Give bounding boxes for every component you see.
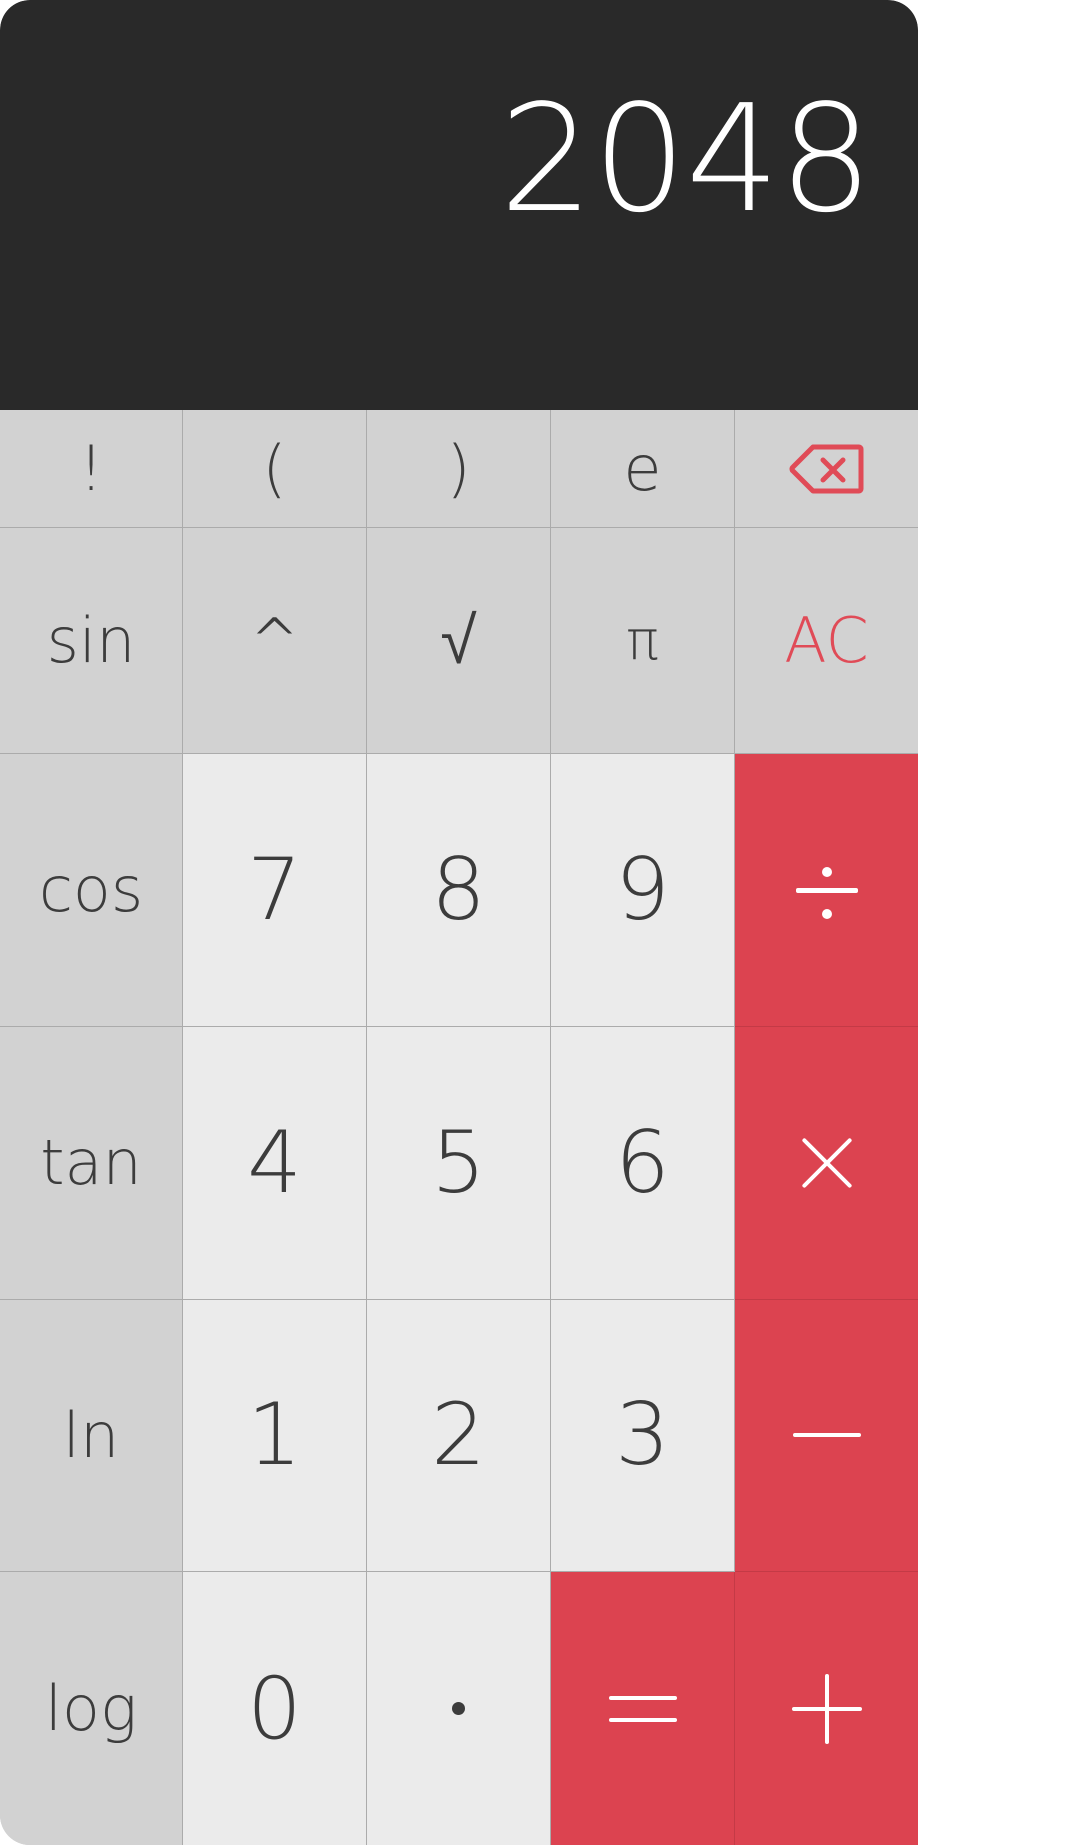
all-clear-label: AC (784, 604, 869, 677)
display-value: 2048 (499, 73, 873, 245)
factorial-button[interactable]: ! (0, 410, 183, 528)
sqrt-label: √ (440, 602, 477, 679)
pi-button[interactable]: π (551, 528, 735, 754)
equals-button[interactable] (551, 1572, 735, 1845)
digit-0-label: 0 (247, 1658, 302, 1759)
digit-9-button[interactable]: 9 (551, 754, 735, 1027)
open-paren-label: ( (262, 432, 287, 505)
close-paren-button[interactable]: ) (367, 410, 551, 528)
power-label: ^ (249, 605, 300, 676)
digit-6-button[interactable]: 6 (551, 1026, 735, 1300)
digit-0-button[interactable]: 0 (183, 1572, 367, 1845)
backspace-icon (789, 444, 863, 493)
cos-label: cos (38, 853, 144, 927)
open-paren-button[interactable]: ( (183, 410, 367, 528)
power-button[interactable]: ^ (183, 528, 367, 754)
keypad-row-2: sin ^ √ π AC (0, 528, 918, 754)
equals-icon (608, 1695, 677, 1722)
digit-8-label: 8 (431, 839, 486, 940)
plus-icon (791, 1673, 862, 1744)
digit-8-button[interactable]: 8 (367, 754, 551, 1027)
log-label: log (44, 1672, 138, 1746)
sin-button[interactable]: sin (0, 528, 183, 754)
cos-button[interactable]: cos (0, 754, 183, 1027)
keypad-row-4: tan 4 5 6 (0, 1026, 918, 1300)
digit-1-button[interactable]: 1 (183, 1299, 367, 1573)
multiply-button[interactable] (735, 1026, 918, 1300)
digit-9-label: 9 (615, 839, 670, 940)
digit-4-label: 4 (247, 1112, 302, 1213)
close-paren-label: ) (446, 432, 471, 505)
keypad-row-5: ln 1 2 3 (0, 1299, 918, 1573)
digit-5-button[interactable]: 5 (367, 1026, 551, 1300)
pi-label: π (626, 609, 659, 672)
ln-label: ln (62, 1398, 120, 1472)
euler-button[interactable]: e (551, 410, 735, 528)
euler-label: e (623, 432, 662, 505)
digit-7-label: 7 (247, 839, 302, 940)
tan-button[interactable]: tan (0, 1026, 183, 1300)
digit-1-label: 1 (247, 1385, 302, 1486)
digit-3-label: 3 (615, 1385, 670, 1486)
digit-2-button[interactable]: 2 (367, 1299, 551, 1573)
digit-4-button[interactable]: 4 (183, 1026, 367, 1300)
sqrt-button[interactable]: √ (367, 528, 551, 754)
sin-label: sin (46, 604, 136, 677)
digit-5-label: 5 (431, 1112, 486, 1213)
all-clear-button[interactable]: AC (735, 528, 918, 754)
multiply-icon (795, 1131, 859, 1195)
decimal-point-button[interactable] (367, 1572, 551, 1845)
tan-label: tan (40, 1126, 142, 1200)
log-button[interactable]: log (0, 1572, 183, 1845)
keypad-row-3: cos 7 8 9 (0, 754, 918, 1027)
add-button[interactable] (735, 1572, 918, 1845)
minus-icon (792, 1433, 861, 1438)
calculator-display: 2048 (0, 0, 918, 410)
calculator-app: 2048 ! ( ) e sin ^ √ π AC cos 7 8 9 tan … (0, 0, 918, 1845)
calculator-keypad: ! ( ) e sin ^ √ π AC cos 7 8 9 tan 4 5 6… (0, 410, 918, 1845)
backspace-button[interactable] (735, 410, 918, 528)
ln-button[interactable]: ln (0, 1299, 183, 1573)
divide-icon (795, 859, 858, 921)
dot-icon (452, 1702, 465, 1716)
digit-3-button[interactable]: 3 (551, 1299, 735, 1573)
digit-2-label: 2 (431, 1385, 486, 1486)
digit-6-label: 6 (615, 1112, 670, 1213)
keypad-row-1: ! ( ) e (0, 410, 918, 528)
subtract-button[interactable] (735, 1299, 918, 1573)
divide-button[interactable] (735, 754, 918, 1027)
factorial-label: ! (78, 432, 104, 505)
digit-7-button[interactable]: 7 (183, 754, 367, 1027)
keypad-row-6: log 0 (0, 1572, 918, 1845)
